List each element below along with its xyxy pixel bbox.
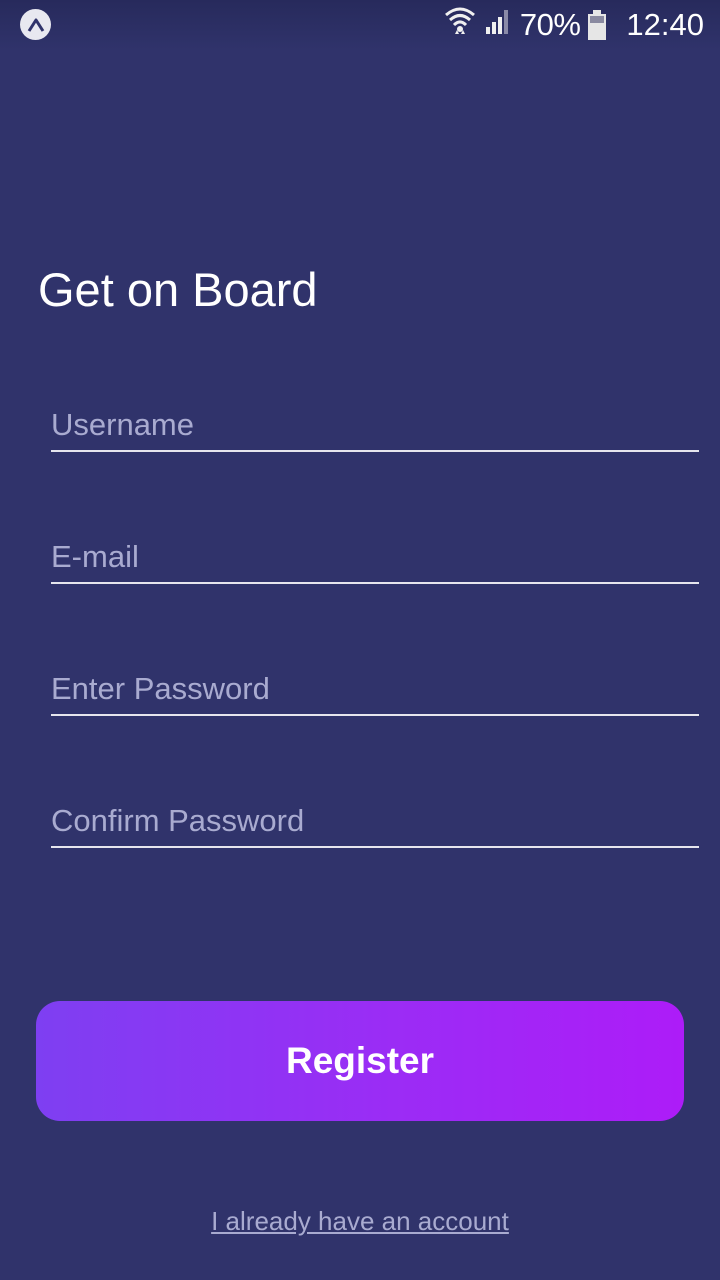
confirm-password-input[interactable] <box>51 798 699 846</box>
battery-icon <box>588 10 607 40</box>
page-title: Get on Board <box>38 263 318 316</box>
status-bar: 70% 12:40 <box>0 0 720 50</box>
email-input[interactable] <box>51 534 699 582</box>
register-button[interactable]: Register <box>36 1001 684 1121</box>
password-field[interactable] <box>51 660 699 716</box>
battery-percent: 70% <box>519 7 581 42</box>
username-input[interactable] <box>51 402 699 450</box>
login-link[interactable]: I already have an account <box>0 1206 720 1237</box>
email-field[interactable] <box>51 528 699 584</box>
signal-icon <box>484 7 512 43</box>
username-field[interactable] <box>51 396 699 452</box>
password-input[interactable] <box>51 666 699 714</box>
clock: 12:40 <box>626 7 704 42</box>
wifi-icon <box>444 6 476 44</box>
status-indicators: 70% 12:40 <box>444 0 704 50</box>
confirm-password-field[interactable] <box>51 792 699 848</box>
expo-icon <box>20 9 51 40</box>
